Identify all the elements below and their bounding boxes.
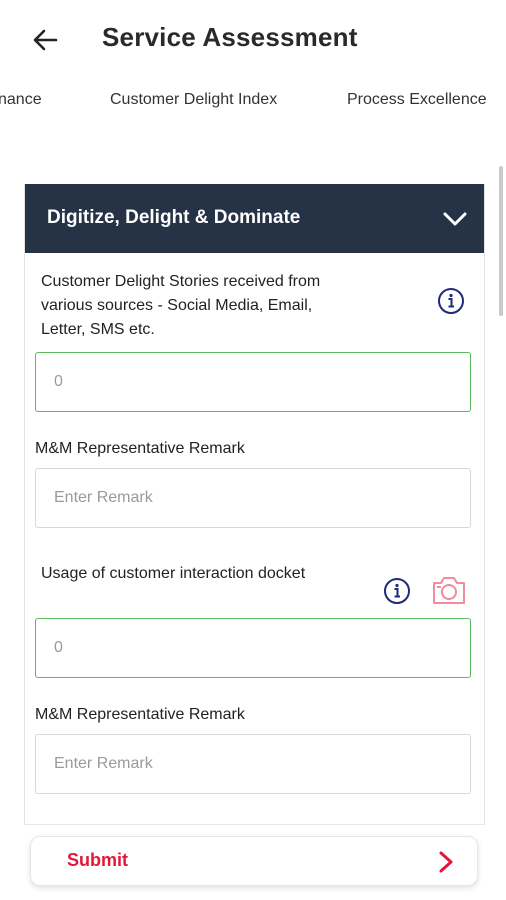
info-icon[interactable] (383, 577, 411, 605)
submit-label: Submit (67, 850, 128, 870)
score-input[interactable] (35, 618, 471, 678)
remark-label: M&M Representative Remark (35, 440, 245, 457)
remark-input[interactable] (35, 734, 471, 794)
question-text: Customer Delight Stories received from v… (41, 273, 321, 338)
section-header[interactable]: Digitize, Delight & Dominate (25, 184, 484, 253)
back-button[interactable] (30, 24, 62, 56)
chevron-right-icon (439, 851, 453, 873)
tab-performance[interactable]: nance (0, 91, 42, 109)
page-title: Service Assessment (102, 22, 358, 52)
assessment-card: Digitize, Delight & Dominate Customer De… (24, 184, 485, 825)
remark-label: M&M Representative Remark (35, 706, 245, 723)
remark-input[interactable] (35, 468, 471, 528)
score-input[interactable] (35, 352, 471, 412)
tab-bar: nance Customer Delight Index Process Exc… (0, 86, 506, 116)
scrollbar[interactable] (499, 166, 503, 316)
info-icon[interactable] (437, 287, 465, 315)
tab-process-excellence[interactable]: Process Excellence (347, 91, 487, 109)
arrow-left-icon (33, 29, 58, 51)
chevron-down-icon (443, 212, 467, 226)
section-title: Digitize, Delight & Dominate (47, 207, 301, 228)
question-text: Usage of customer interaction docket (41, 565, 306, 582)
submit-button[interactable]: Submit (30, 836, 478, 886)
app-header: Service Assessment (0, 0, 506, 80)
tab-customer-delight-index[interactable]: Customer Delight Index (110, 91, 277, 109)
camera-icon[interactable] (431, 574, 467, 606)
